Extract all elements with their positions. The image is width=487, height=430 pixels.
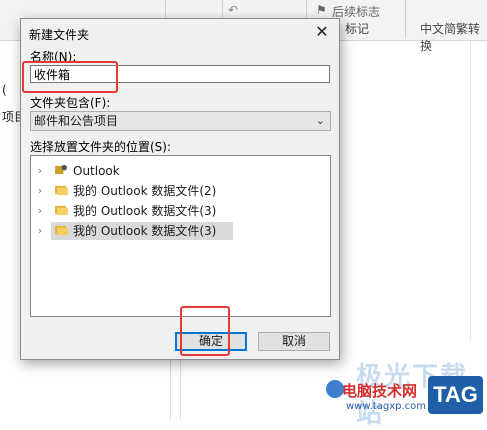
chevron-right-icon[interactable]: › xyxy=(35,222,45,240)
tree-node-outlook[interactable]: › Outlook xyxy=(31,162,330,180)
flag-icon[interactable]: ⚑ xyxy=(316,3,327,17)
data-file-icon xyxy=(55,205,68,216)
close-icon[interactable]: ✕ xyxy=(311,21,333,43)
chevron-down-icon: ⌄ xyxy=(315,114,325,127)
tree-node-data-file[interactable]: › 我的 Outlook 数据文件(3) xyxy=(31,202,330,220)
undo-icon[interactable]: ↶ xyxy=(228,3,238,17)
watermark-text: 电脑技术网 xyxy=(342,382,418,400)
outlook-root-icon xyxy=(55,164,67,175)
chevron-right-icon[interactable]: › xyxy=(35,182,45,200)
group-label-tags: 标记 xyxy=(345,22,370,36)
contains-label: 文件夹包含(F): xyxy=(30,96,111,110)
tree-node-label: Outlook xyxy=(73,164,120,178)
folder-location-tree[interactable]: › Outlook › 我的 Outlook 数据文件(2) › 我的 Outl… xyxy=(30,155,331,317)
tree-node-data-file[interactable]: › 我的 Outlook 数据文件(2) xyxy=(31,182,330,200)
tree-node-label: 我的 Outlook 数据文件(3) xyxy=(73,224,217,238)
watermark-url: www.tagxp.com xyxy=(346,401,426,412)
folder-contains-select[interactable]: 邮件和公告项目 ⌄ xyxy=(30,111,331,131)
tree-node-data-file-selected[interactable]: 我的 Outlook 数据文件(3) xyxy=(51,222,233,240)
chevron-right-icon[interactable]: › xyxy=(35,202,45,220)
dialog-title: 新建文件夹 xyxy=(29,28,90,42)
group-label-chinese-conversion: 中文简繁转换 xyxy=(420,22,481,53)
tree-node-label: 我的 Outlook 数据文件(2) xyxy=(73,184,217,198)
folder-contains-value: 邮件和公告项目 xyxy=(34,114,119,128)
folder-pane-fragment: ( xyxy=(2,83,7,97)
chevron-right-icon[interactable]: › xyxy=(35,162,45,180)
data-file-icon xyxy=(55,185,68,196)
watermark-logo: TAG xyxy=(428,376,483,414)
highlight-ok-button xyxy=(180,306,230,356)
ribbon-separator xyxy=(405,0,406,38)
highlight-name-field xyxy=(22,61,118,93)
location-label: 选择放置文件夹的位置(S): xyxy=(30,140,172,154)
pane-divider xyxy=(470,41,471,341)
cancel-button[interactable]: 取消 xyxy=(258,332,330,351)
tree-node-label: 我的 Outlook 数据文件(3) xyxy=(73,204,217,218)
data-file-icon xyxy=(55,225,68,236)
